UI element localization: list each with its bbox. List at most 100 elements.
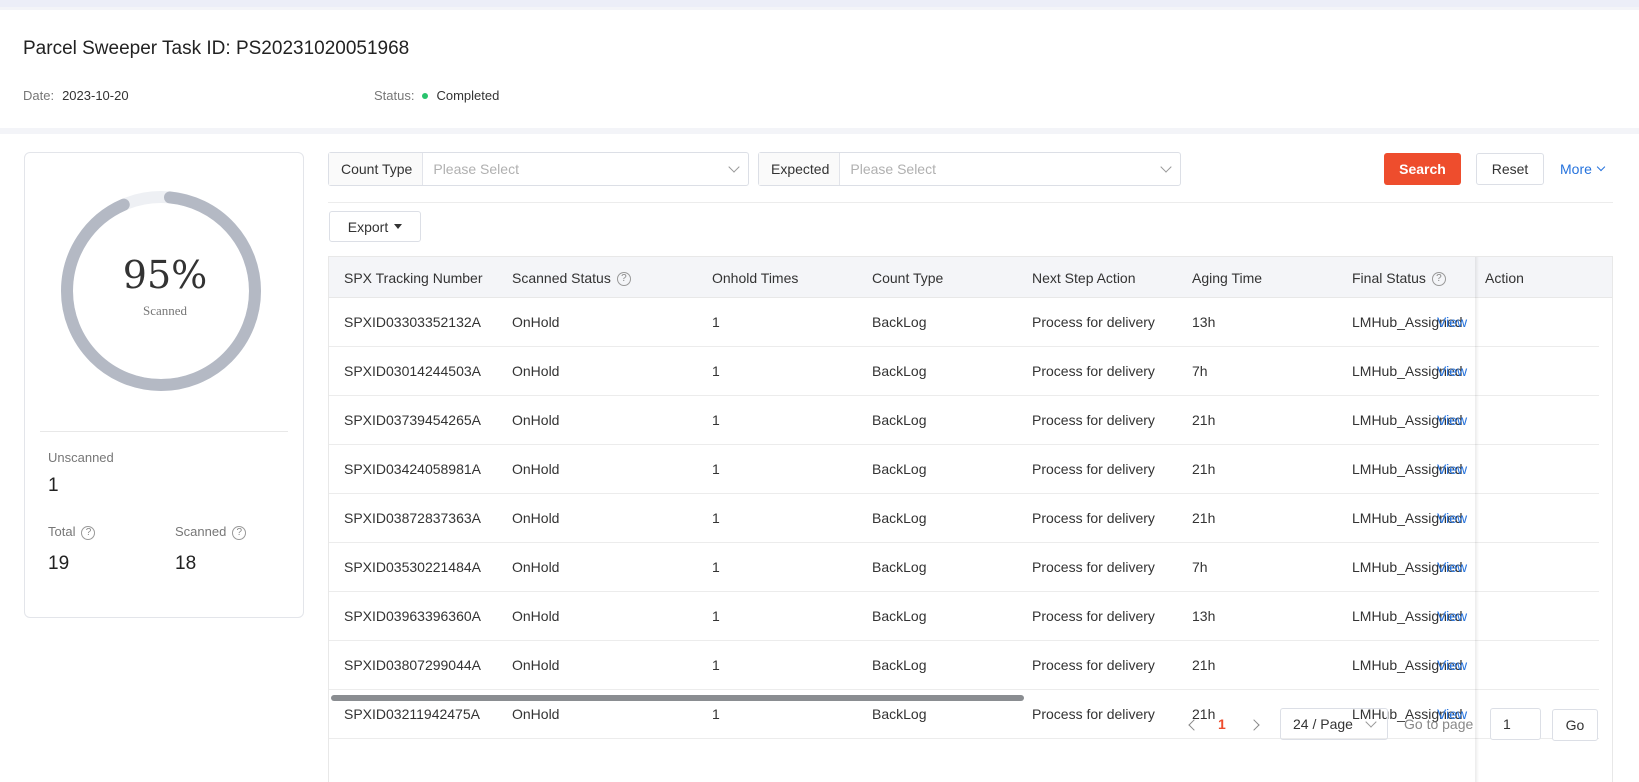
main-content: 95% Scanned Unscanned 1 Total? 19 Scanne…	[0, 134, 1639, 782]
scanned-status-cell: OnHold	[512, 559, 560, 575]
results-table: SPX Tracking Number Scanned Status? Onho…	[328, 256, 1613, 782]
tracking-number-cell: SPXID03807299044A	[344, 657, 481, 673]
tracking-number-cell: SPXID03014244503A	[344, 363, 481, 379]
onhold-times-cell: 1	[712, 314, 720, 330]
view-link[interactable]: View	[1437, 461, 1467, 477]
export-label: Export	[347, 218, 389, 235]
help-icon[interactable]: ?	[1431, 272, 1446, 287]
aging-time-cell: 21h	[1192, 706, 1216, 722]
count-type-filter[interactable]: Count Type Please Select	[328, 152, 749, 186]
scanned-status-cell: OnHold	[512, 706, 560, 722]
column-header-onhold-times: Onhold Times	[712, 270, 799, 286]
view-link[interactable]: View	[1437, 363, 1467, 379]
table-row: SPXID03303352132A OnHold 1 BackLog Process f…	[329, 298, 1599, 347]
count-type-cell: BackLog	[872, 559, 927, 575]
aging-time-cell: 21h	[1192, 412, 1216, 428]
date-label: Date:	[23, 88, 55, 103]
chevron-down-icon	[728, 161, 740, 173]
expected-placeholder: Please Select	[850, 161, 936, 177]
table-row: SPXID03872837363A OnHold 1 BackLog Process f…	[329, 494, 1599, 543]
page-title: Parcel Sweeper Task ID: PS20231020051968	[23, 38, 410, 59]
reset-button[interactable]: Reset	[1476, 153, 1544, 185]
count-type-cell: BackLog	[872, 706, 927, 722]
next-step-action-cell: Process for delivery	[1032, 559, 1155, 575]
chevron-down-icon	[1160, 161, 1172, 173]
onhold-times-cell: 1	[712, 363, 720, 379]
export-button[interactable]: Export	[329, 211, 421, 242]
more-filters-toggle[interactable]: More	[1560, 153, 1606, 185]
aging-time-cell: 21h	[1192, 461, 1216, 477]
aging-time-cell: 21h	[1192, 510, 1216, 526]
view-link[interactable]: View	[1437, 559, 1467, 575]
column-header-aging-time: Aging Time	[1192, 270, 1263, 286]
next-step-action-cell: Process for delivery	[1032, 706, 1155, 722]
help-icon[interactable]: ?	[616, 272, 631, 287]
scanned-label-group: Scanned?	[175, 524, 247, 540]
onhold-times-cell: 1	[712, 461, 720, 477]
scan-summary-card: 95% Scanned Unscanned 1 Total? 19 Scanne…	[24, 152, 304, 618]
table-header: SPX Tracking Number Scanned Status? Onho…	[329, 257, 1612, 298]
expected-label: Expected	[759, 153, 841, 185]
view-link[interactable]: View	[1437, 314, 1467, 330]
next-step-action-cell: Process for delivery	[1032, 510, 1155, 526]
next-step-action-cell: Process for delivery	[1032, 461, 1155, 477]
count-type-select[interactable]: Please Select	[423, 153, 748, 185]
view-link[interactable]: View	[1437, 657, 1467, 673]
expected-select[interactable]: Please Select	[840, 153, 1180, 185]
onhold-times-cell: 1	[712, 412, 720, 428]
view-link[interactable]: View	[1437, 608, 1467, 624]
scanned-percent-label: Scanned	[142, 303, 188, 318]
column-header-scanned-status: Scanned Status?	[512, 270, 631, 287]
date-value: 2023-10-20	[62, 88, 129, 103]
page-size-select[interactable]: 24 / Page	[1280, 708, 1388, 740]
table-row: SPXID03424058981A OnHold 1 BackLog Process f…	[329, 445, 1599, 494]
status-value: Completed	[436, 88, 500, 103]
status-field: Status: Completed	[374, 88, 499, 103]
tracking-number-cell: SPXID03872837363A	[344, 510, 481, 526]
column-header-count-type: Count Type	[872, 270, 944, 286]
scanned-status-cell: OnHold	[512, 657, 560, 673]
count-type-label: Count Type	[329, 153, 424, 185]
top-bar	[0, 0, 1639, 7]
expected-filter[interactable]: Expected Please Select	[758, 152, 1181, 186]
tracking-number-cell: SPXID03739454265A	[344, 412, 481, 428]
fixed-column-shadow	[1475, 257, 1479, 782]
status-label: Status:	[374, 88, 415, 103]
search-button[interactable]: Search	[1384, 153, 1461, 185]
scanned-percent: 95%	[122, 253, 208, 297]
goto-page-label: Go to page	[1404, 716, 1474, 732]
next-step-action-cell: Process for delivery	[1032, 412, 1155, 428]
help-icon[interactable]: ?	[81, 525, 96, 540]
onhold-times-cell: 1	[712, 657, 720, 673]
filter-divider	[328, 202, 1613, 203]
horizontal-scrollbar[interactable]	[331, 695, 1024, 701]
next-step-action-cell: Process for delivery	[1032, 657, 1155, 673]
tracking-number-cell: SPXID03303352132A	[344, 314, 481, 330]
date-field: Date: 2023-10-20	[23, 88, 129, 103]
aging-time-cell: 21h	[1192, 657, 1216, 673]
column-header-scanned-status-label: Scanned Status	[512, 270, 611, 286]
onhold-times-cell: 1	[712, 510, 720, 526]
aging-time-cell: 7h	[1192, 363, 1208, 379]
scanned-label: Scanned	[175, 524, 227, 539]
unscanned-label: Unscanned	[48, 450, 114, 465]
scanned-status-cell: OnHold	[512, 412, 560, 428]
go-button[interactable]: Go	[1552, 709, 1598, 741]
aging-time-cell: 13h	[1192, 314, 1216, 330]
column-header-next-step-action: Next Step Action	[1032, 270, 1136, 286]
caret-down-icon	[394, 224, 403, 229]
view-link[interactable]: View	[1437, 412, 1467, 428]
summary-divider	[40, 431, 288, 432]
view-link[interactable]: View	[1437, 510, 1467, 526]
count-type-cell: BackLog	[872, 510, 927, 526]
column-header-tracking-number: SPX Tracking Number	[344, 270, 483, 286]
column-header-action: Action	[1485, 270, 1524, 286]
scanned-value: 18	[175, 553, 197, 574]
current-page[interactable]: 1	[1218, 716, 1226, 732]
tracking-number-cell: SPXID03211942475A	[344, 706, 480, 722]
goto-page-input[interactable]	[1490, 708, 1541, 740]
scanned-status-cell: OnHold	[512, 314, 560, 330]
help-icon[interactable]: ?	[232, 525, 247, 540]
next-step-action-cell: Process for delivery	[1032, 608, 1155, 624]
more-label: More	[1560, 161, 1592, 177]
